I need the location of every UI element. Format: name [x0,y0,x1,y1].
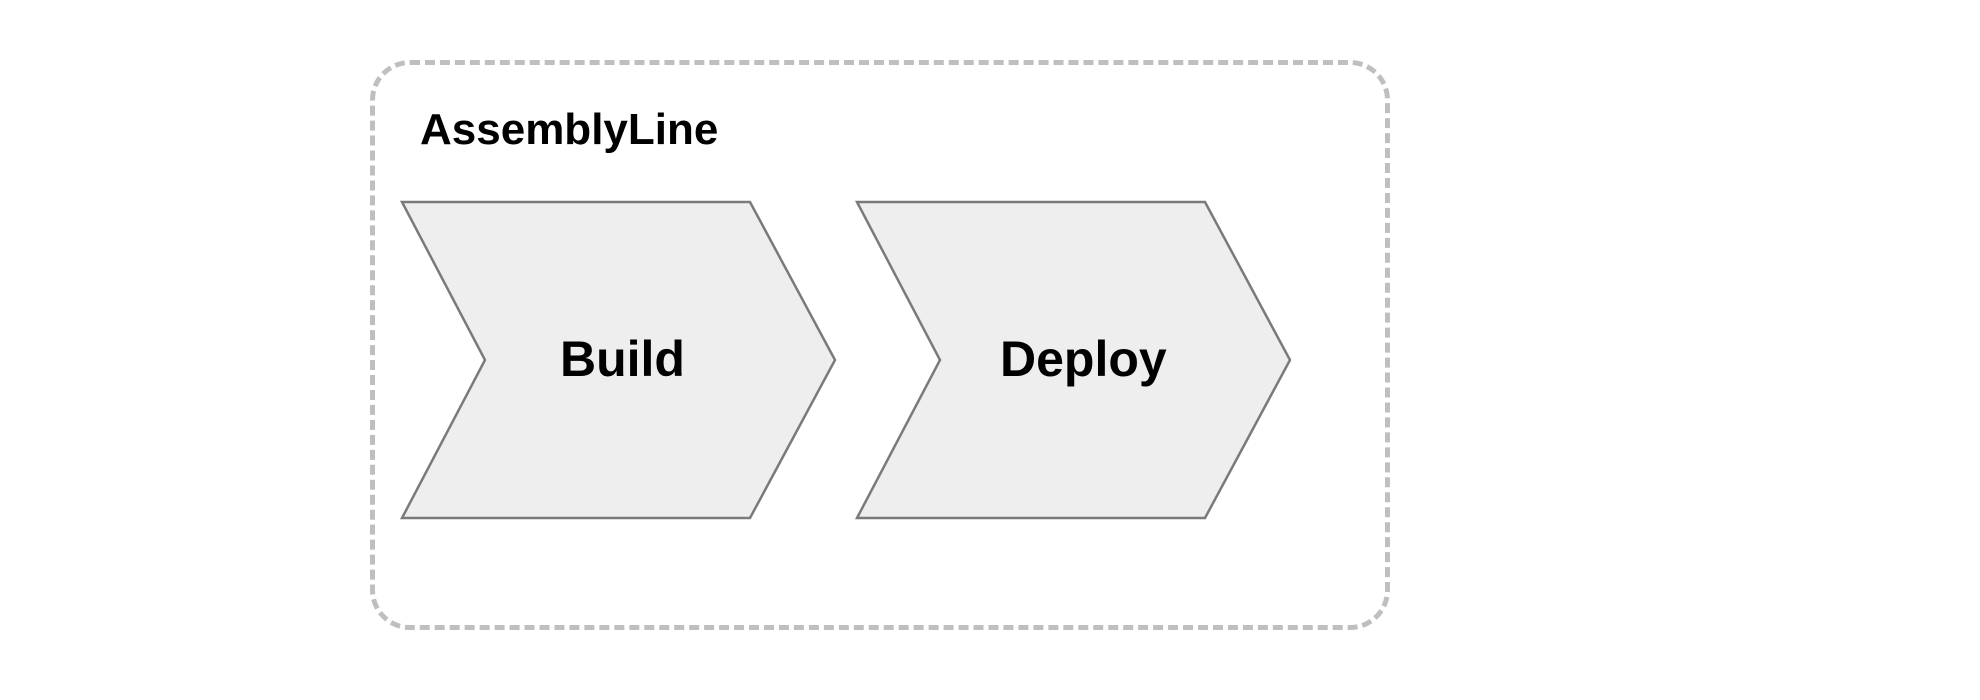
stage-label-build: Build [560,330,685,388]
stage-label-deploy: Deploy [1000,330,1167,388]
assemblyline-title: AssemblyLine [420,105,718,155]
diagram-canvas: AssemblyLine Build Deploy [0,0,1980,700]
